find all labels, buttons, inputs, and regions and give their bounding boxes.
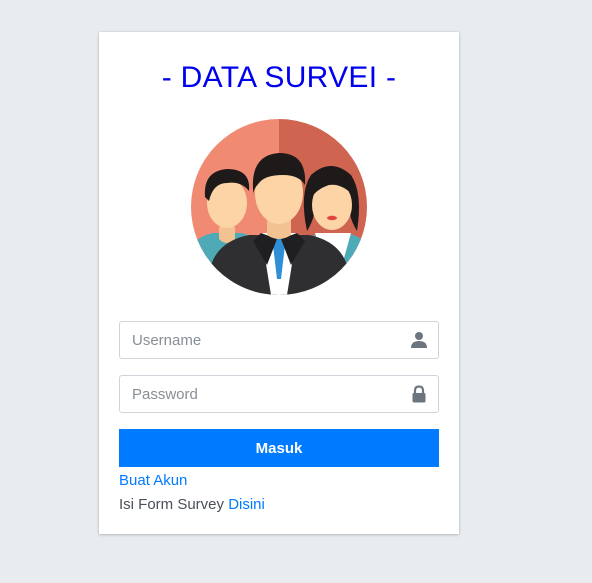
lock-icon xyxy=(412,385,426,403)
page-title: - DATA SURVEI - xyxy=(161,61,397,94)
username-field xyxy=(119,321,439,359)
create-account-link[interactable]: Buat Akun xyxy=(119,471,187,491)
survey-form-text: Isi Form Survey xyxy=(119,496,229,513)
user-icon xyxy=(411,332,427,348)
team-avatar-icon xyxy=(191,119,367,295)
username-input[interactable] xyxy=(120,322,402,358)
login-card: - DATA SURVEI - Username Masuk Buat Akun… xyxy=(99,32,459,534)
password-field xyxy=(119,375,439,413)
password-input[interactable] xyxy=(120,376,402,412)
survey-form-line: Isi Form Survey Disini xyxy=(119,495,265,515)
survey-form-link[interactable]: Disini xyxy=(228,496,265,513)
masuk-button[interactable]: Masuk xyxy=(119,429,439,467)
